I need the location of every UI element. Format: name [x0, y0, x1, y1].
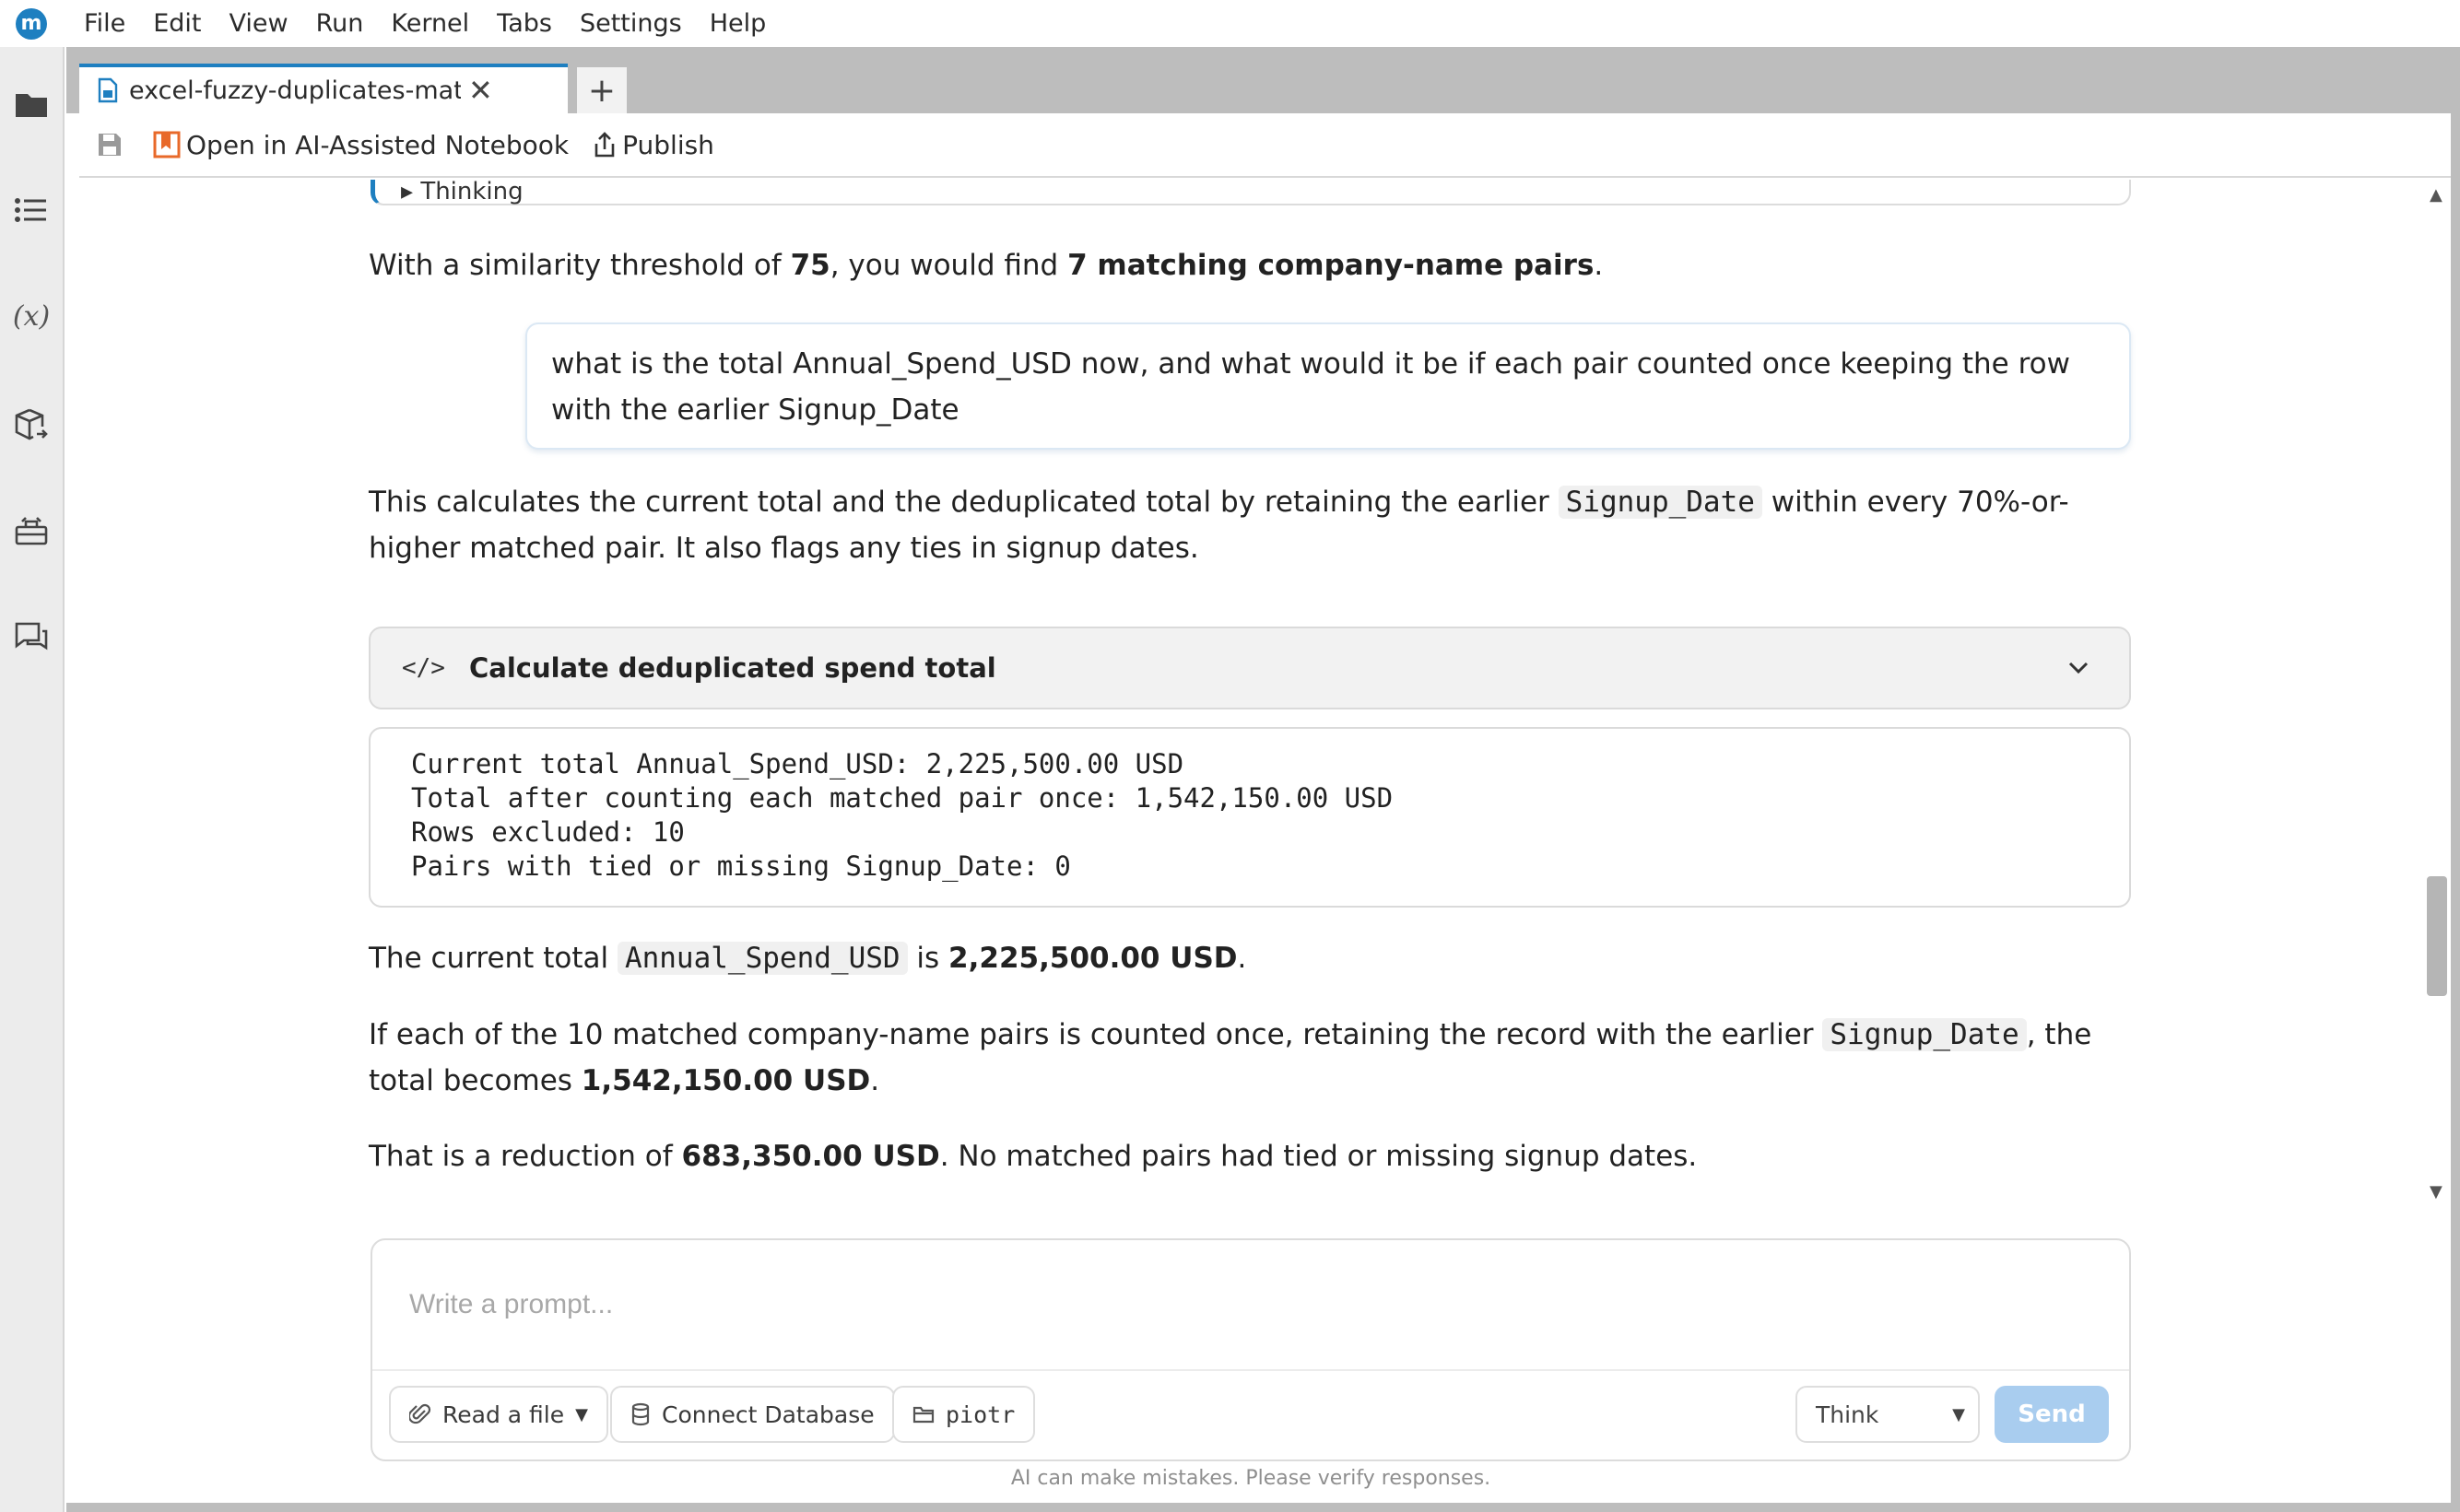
user-message: what is the total Annual_Spend_USD now, …	[525, 322, 2131, 450]
frame-border-bottom	[66, 1503, 2460, 1512]
menu-tabs[interactable]: Tabs	[497, 9, 552, 38]
thinking-label: ▸ Thinking	[401, 180, 524, 205]
output-line: Rows excluded: 10	[411, 816, 685, 848]
folder-open-icon	[912, 1406, 935, 1424]
variables-icon[interactable]: (x)	[11, 296, 52, 336]
menu-run[interactable]: Run	[316, 9, 364, 38]
menu-bar: m File Edit View Run Kernel Tabs Setting…	[0, 0, 2460, 47]
paperclip-icon	[409, 1403, 431, 1424]
app-logo: m	[16, 7, 47, 40]
notebook-toolbar: Open in AI-Assisted Notebook Publish	[79, 113, 2451, 178]
send-button[interactable]: Send	[1995, 1386, 2109, 1443]
vertical-scrollbar[interactable]: ▲ ▼	[2424, 180, 2450, 1212]
prompt-composer: Read a file ▼ Connect Database piotr Thi…	[371, 1238, 2131, 1461]
assistant-paragraph-reduction: That is a reduction of 683,350.00 USD. N…	[369, 1133, 2131, 1179]
prompt-input[interactable]	[372, 1240, 2129, 1369]
scroll-up-icon[interactable]: ▲	[2430, 185, 2442, 205]
folder-button[interactable]: piotr	[892, 1386, 1036, 1443]
text: .	[1237, 942, 1247, 975]
close-icon[interactable]: ✕	[468, 73, 493, 108]
caret-down-icon: ▼	[575, 1404, 588, 1424]
tab-bar: excel-fuzzy-duplicates-match ✕ +	[66, 47, 2460, 113]
left-sidebar: (x)	[0, 47, 65, 1512]
code-icon: </>	[402, 654, 445, 682]
upload-icon	[594, 132, 615, 158]
thinking-block[interactable]: ▸ Thinking	[371, 180, 2131, 205]
text: That is a reduction of	[369, 1140, 682, 1173]
inline-code: Annual_Spend_USD	[617, 942, 908, 975]
tab-label: excel-fuzzy-duplicates-match	[129, 76, 461, 105]
open-ai-notebook-label: Open in AI-Assisted Notebook	[186, 129, 570, 160]
disclaimer-text: AI can make mistakes. Please verify resp…	[1010, 1467, 1491, 1490]
toolbox-icon[interactable]	[11, 510, 52, 551]
variables-icon-text: (x)	[12, 299, 51, 333]
publish-label: Publish	[622, 129, 714, 160]
think-mode-value: Think	[1816, 1401, 1879, 1428]
pair-count: 7 matching company-name pairs	[1067, 249, 1595, 282]
text: . No matched pairs had tied or missing s…	[939, 1140, 1698, 1173]
menu-kernel[interactable]: Kernel	[391, 9, 469, 38]
code-output: Current total Annual_Spend_USD: 2,225,50…	[369, 727, 2131, 908]
output-line: Pairs with tied or missing Signup_Date: …	[411, 850, 1071, 882]
chevron-down-icon[interactable]	[2065, 654, 2092, 682]
output-line: Total after counting each matched pair o…	[411, 782, 1394, 814]
frame-border-right	[2451, 113, 2460, 1512]
read-file-label: Read a file	[442, 1401, 565, 1428]
text: With a similarity threshold of	[369, 249, 791, 282]
assistant-paragraph-dedup-total: If each of the 10 matched company-name p…	[369, 1012, 2131, 1104]
menu-view[interactable]: View	[229, 9, 288, 38]
connect-database-button[interactable]: Connect Database	[610, 1386, 895, 1443]
text: .	[870, 1064, 880, 1097]
open-ai-notebook-button[interactable]: Open in AI-Assisted Notebook	[153, 130, 569, 160]
package-icon[interactable]	[11, 404, 52, 445]
code-block-title: Calculate deduplicated spend total	[468, 652, 996, 684]
folder-icon[interactable]	[11, 84, 52, 124]
publish-button[interactable]: Publish	[593, 130, 714, 160]
list-icon[interactable]	[11, 190, 52, 230]
text: This calculates the current total and th…	[369, 486, 1559, 519]
notebook-icon	[98, 77, 118, 103]
dedup-total-value: 1,542,150.00 USD	[581, 1064, 871, 1097]
current-total-value: 2,225,500.00 USD	[948, 942, 1238, 975]
inline-code: Signup_Date	[1822, 1018, 2027, 1051]
caret-down-icon: ▼	[1952, 1404, 1965, 1424]
text: , you would find	[830, 249, 1068, 282]
think-mode-select[interactable]: Think ▼	[1795, 1386, 1980, 1443]
menu-help[interactable]: Help	[710, 9, 767, 38]
assistant-paragraph-explanation: This calculates the current total and th…	[369, 479, 2131, 571]
text: .	[1594, 249, 1604, 282]
ai-notebook-icon	[153, 131, 181, 158]
new-tab-button[interactable]: +	[577, 67, 627, 113]
code-block-header[interactable]: </> Calculate deduplicated spend total	[369, 627, 2131, 709]
text: The current total	[369, 942, 618, 975]
output-line: Current total Annual_Spend_USD: 2,225,50…	[411, 748, 1184, 779]
menu-file[interactable]: File	[84, 9, 125, 38]
menu-edit[interactable]: Edit	[153, 9, 201, 38]
chat-icon[interactable]	[11, 616, 52, 657]
connect-database-label: Connect Database	[662, 1401, 875, 1428]
save-icon	[99, 134, 121, 156]
save-button[interactable]	[96, 131, 129, 158]
text: If each of the 10 matched company-name p…	[369, 1018, 1823, 1051]
text: is	[907, 942, 949, 975]
tab-notebook[interactable]: excel-fuzzy-duplicates-match ✕	[79, 64, 568, 113]
reduction-value: 683,350.00 USD	[681, 1140, 940, 1173]
composer-toolbar: Read a file ▼ Connect Database piotr Thi…	[372, 1369, 2129, 1459]
read-file-button[interactable]: Read a file ▼	[389, 1386, 608, 1443]
assistant-paragraph-threshold: With a similarity threshold of 75, you w…	[369, 242, 2131, 288]
assistant-paragraph-current-total: The current total Annual_Spend_USD is 2,…	[369, 935, 2131, 981]
database-icon	[631, 1402, 650, 1426]
scrollbar-thumb[interactable]	[2427, 876, 2447, 996]
menu-settings[interactable]: Settings	[580, 9, 682, 38]
folder-label: piotr	[946, 1401, 1016, 1428]
scroll-down-icon[interactable]: ▼	[2430, 1182, 2442, 1201]
inline-code: Signup_Date	[1558, 486, 1762, 519]
threshold-value: 75	[790, 249, 830, 282]
